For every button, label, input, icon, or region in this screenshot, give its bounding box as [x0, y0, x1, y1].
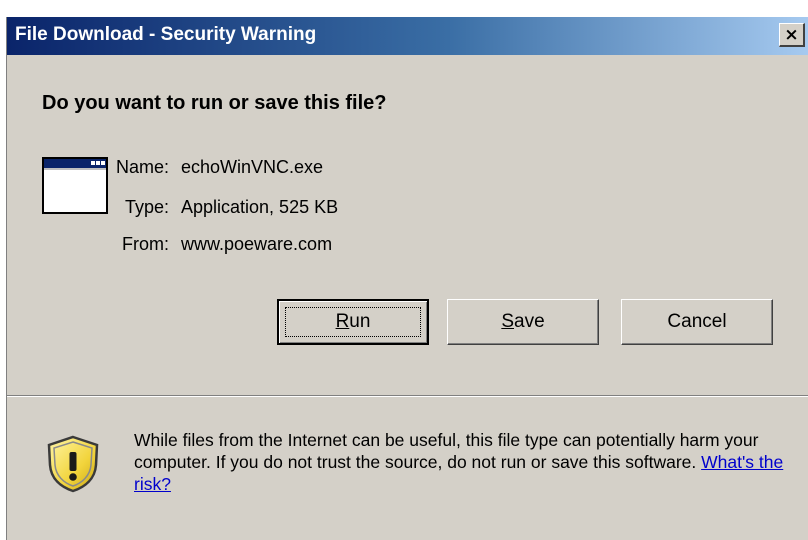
close-icon: ×	[784, 24, 799, 45]
divider-highlight	[7, 396, 808, 397]
file-download-dialog: File Download - Security Warning × Do yo…	[6, 17, 808, 540]
warning-text: While files from the Internet can be use…	[134, 430, 759, 472]
security-warning-message: While files from the Internet can be use…	[134, 429, 794, 495]
security-shield-warning-icon	[47, 435, 99, 493]
from-label: From:	[122, 234, 169, 254]
focus-rectangle	[285, 307, 421, 337]
window-title: File Download - Security Warning	[15, 24, 317, 45]
name-value: echoWinVNC.exe	[181, 157, 324, 177]
cancel-button-label: Cancel	[667, 311, 727, 332]
close-button[interactable]: ×	[779, 23, 805, 47]
name-label: Name:	[115, 157, 169, 177]
type-value: Application, 525 KB	[181, 197, 339, 217]
title-bar[interactable]: File Download - Security Warning ×	[7, 17, 808, 55]
save-button-label: Save	[501, 311, 545, 332]
cancel-button[interactable]: Cancel	[621, 299, 773, 345]
run-button[interactable]: Run	[277, 299, 429, 345]
save-button[interactable]: Save	[447, 299, 599, 345]
type-label: Type:	[124, 197, 169, 217]
dialog-question: Do you want to run or save this file?	[42, 92, 387, 114]
from-value: www.poeware.com	[181, 234, 333, 254]
